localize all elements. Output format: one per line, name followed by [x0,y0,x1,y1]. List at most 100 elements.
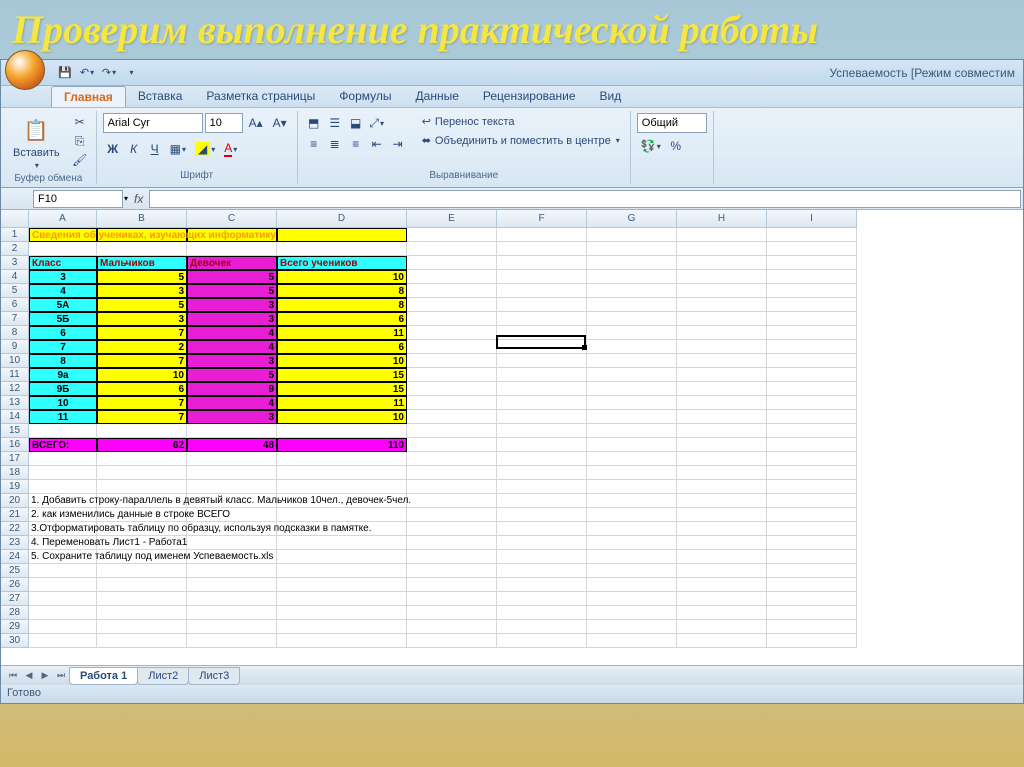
cell-H7[interactable] [677,312,767,326]
cell-B14[interactable]: 7 [97,410,187,424]
cell-G15[interactable] [587,424,677,438]
cell-I19[interactable] [767,480,857,494]
cell-E21[interactable] [407,508,497,522]
row-header-9[interactable]: 9 [1,340,29,354]
cell-A20[interactable]: 1. Добавить строку-параллель в девятый к… [29,494,97,508]
borders-icon[interactable]: ▦▾ [166,139,190,159]
copy-icon[interactable]: ⎘ [70,132,90,150]
align-center-icon[interactable]: ≣ [325,134,345,154]
row-header-7[interactable]: 7 [1,312,29,326]
cell-G30[interactable] [587,634,677,648]
row-header-4[interactable]: 4 [1,270,29,284]
cell-A7[interactable]: 5Б [29,312,97,326]
cell-E15[interactable] [407,424,497,438]
cell-G22[interactable] [587,522,677,536]
cell-D10[interactable]: 10 [277,354,407,368]
row-header-8[interactable]: 8 [1,326,29,340]
cell-D11[interactable]: 15 [277,368,407,382]
number-format-input[interactable] [637,113,707,133]
cell-H21[interactable] [677,508,767,522]
cell-H1[interactable] [677,228,767,242]
font-name-input[interactable] [103,113,203,133]
row-header-19[interactable]: 19 [1,480,29,494]
cell-F6[interactable] [497,298,587,312]
cell-F11[interactable] [497,368,587,382]
cell-H4[interactable] [677,270,767,284]
cell-A16[interactable]: ВСЕГО: [29,438,97,452]
cell-H29[interactable] [677,620,767,634]
cell-I27[interactable] [767,592,857,606]
qat-customize-icon[interactable]: ▾ [121,63,141,83]
row-header-6[interactable]: 6 [1,298,29,312]
cell-I9[interactable] [767,340,857,354]
percent-icon[interactable]: % [666,136,686,156]
shrink-font-icon[interactable]: A▾ [269,113,291,133]
cell-G26[interactable] [587,578,677,592]
cell-G19[interactable] [587,480,677,494]
cell-D25[interactable] [277,564,407,578]
cell-H25[interactable] [677,564,767,578]
cell-D9[interactable]: 6 [277,340,407,354]
cell-F15[interactable] [497,424,587,438]
cell-I8[interactable] [767,326,857,340]
row-header-23[interactable]: 23 [1,536,29,550]
cell-E11[interactable] [407,368,497,382]
cell-E28[interactable] [407,606,497,620]
cell-D4[interactable]: 10 [277,270,407,284]
cell-A19[interactable] [29,480,97,494]
cell-G2[interactable] [587,242,677,256]
cell-A25[interactable] [29,564,97,578]
cell-E6[interactable] [407,298,497,312]
cell-H23[interactable] [677,536,767,550]
tab-last-icon[interactable]: ⏭ [53,668,69,684]
increase-indent-icon[interactable]: ⇥ [388,134,408,154]
cell-G4[interactable] [587,270,677,284]
cell-G18[interactable] [587,466,677,480]
cell-I13[interactable] [767,396,857,410]
formula-bar[interactable] [149,190,1021,208]
cell-I18[interactable] [767,466,857,480]
cell-F30[interactable] [497,634,587,648]
row-header-17[interactable]: 17 [1,452,29,466]
cell-G14[interactable] [587,410,677,424]
row-header-29[interactable]: 29 [1,620,29,634]
cell-I23[interactable] [767,536,857,550]
cell-G27[interactable] [587,592,677,606]
cell-A2[interactable] [29,242,97,256]
cell-C17[interactable] [187,452,277,466]
cell-C13[interactable]: 4 [187,396,277,410]
namebox-dropdown-icon[interactable]: ▾ [124,194,128,203]
cell-H8[interactable] [677,326,767,340]
cell-E19[interactable] [407,480,497,494]
cell-I7[interactable] [767,312,857,326]
cell-A15[interactable] [29,424,97,438]
cell-B28[interactable] [97,606,187,620]
cell-F13[interactable] [497,396,587,410]
align-left-icon[interactable]: ≡ [304,134,324,154]
cell-A13[interactable]: 10 [29,396,97,410]
cell-F20[interactable] [497,494,587,508]
ribbon-tab-6[interactable]: Вид [588,86,634,107]
cell-G8[interactable] [587,326,677,340]
cell-B26[interactable] [97,578,187,592]
fx-icon[interactable]: fx [134,192,143,206]
cell-G7[interactable] [587,312,677,326]
cell-G3[interactable] [587,256,677,270]
cell-C2[interactable] [187,242,277,256]
cell-A23[interactable]: 4. Переменовать Лист1 - Работа1 [29,536,97,550]
sheet-tab-0[interactable]: Работа 1 [69,667,138,685]
cell-G25[interactable] [587,564,677,578]
cell-H22[interactable] [677,522,767,536]
cell-F8[interactable] [497,326,587,340]
cell-E26[interactable] [407,578,497,592]
cell-D17[interactable] [277,452,407,466]
cell-E20[interactable] [407,494,497,508]
cell-G12[interactable] [587,382,677,396]
cell-B19[interactable] [97,480,187,494]
cell-B2[interactable] [97,242,187,256]
fill-color-icon[interactable]: ◢▾ [191,139,219,159]
sheet-tab-1[interactable]: Лист2 [137,667,189,685]
row-header-5[interactable]: 5 [1,284,29,298]
cell-H26[interactable] [677,578,767,592]
bold-button[interactable]: Ж [103,139,123,159]
